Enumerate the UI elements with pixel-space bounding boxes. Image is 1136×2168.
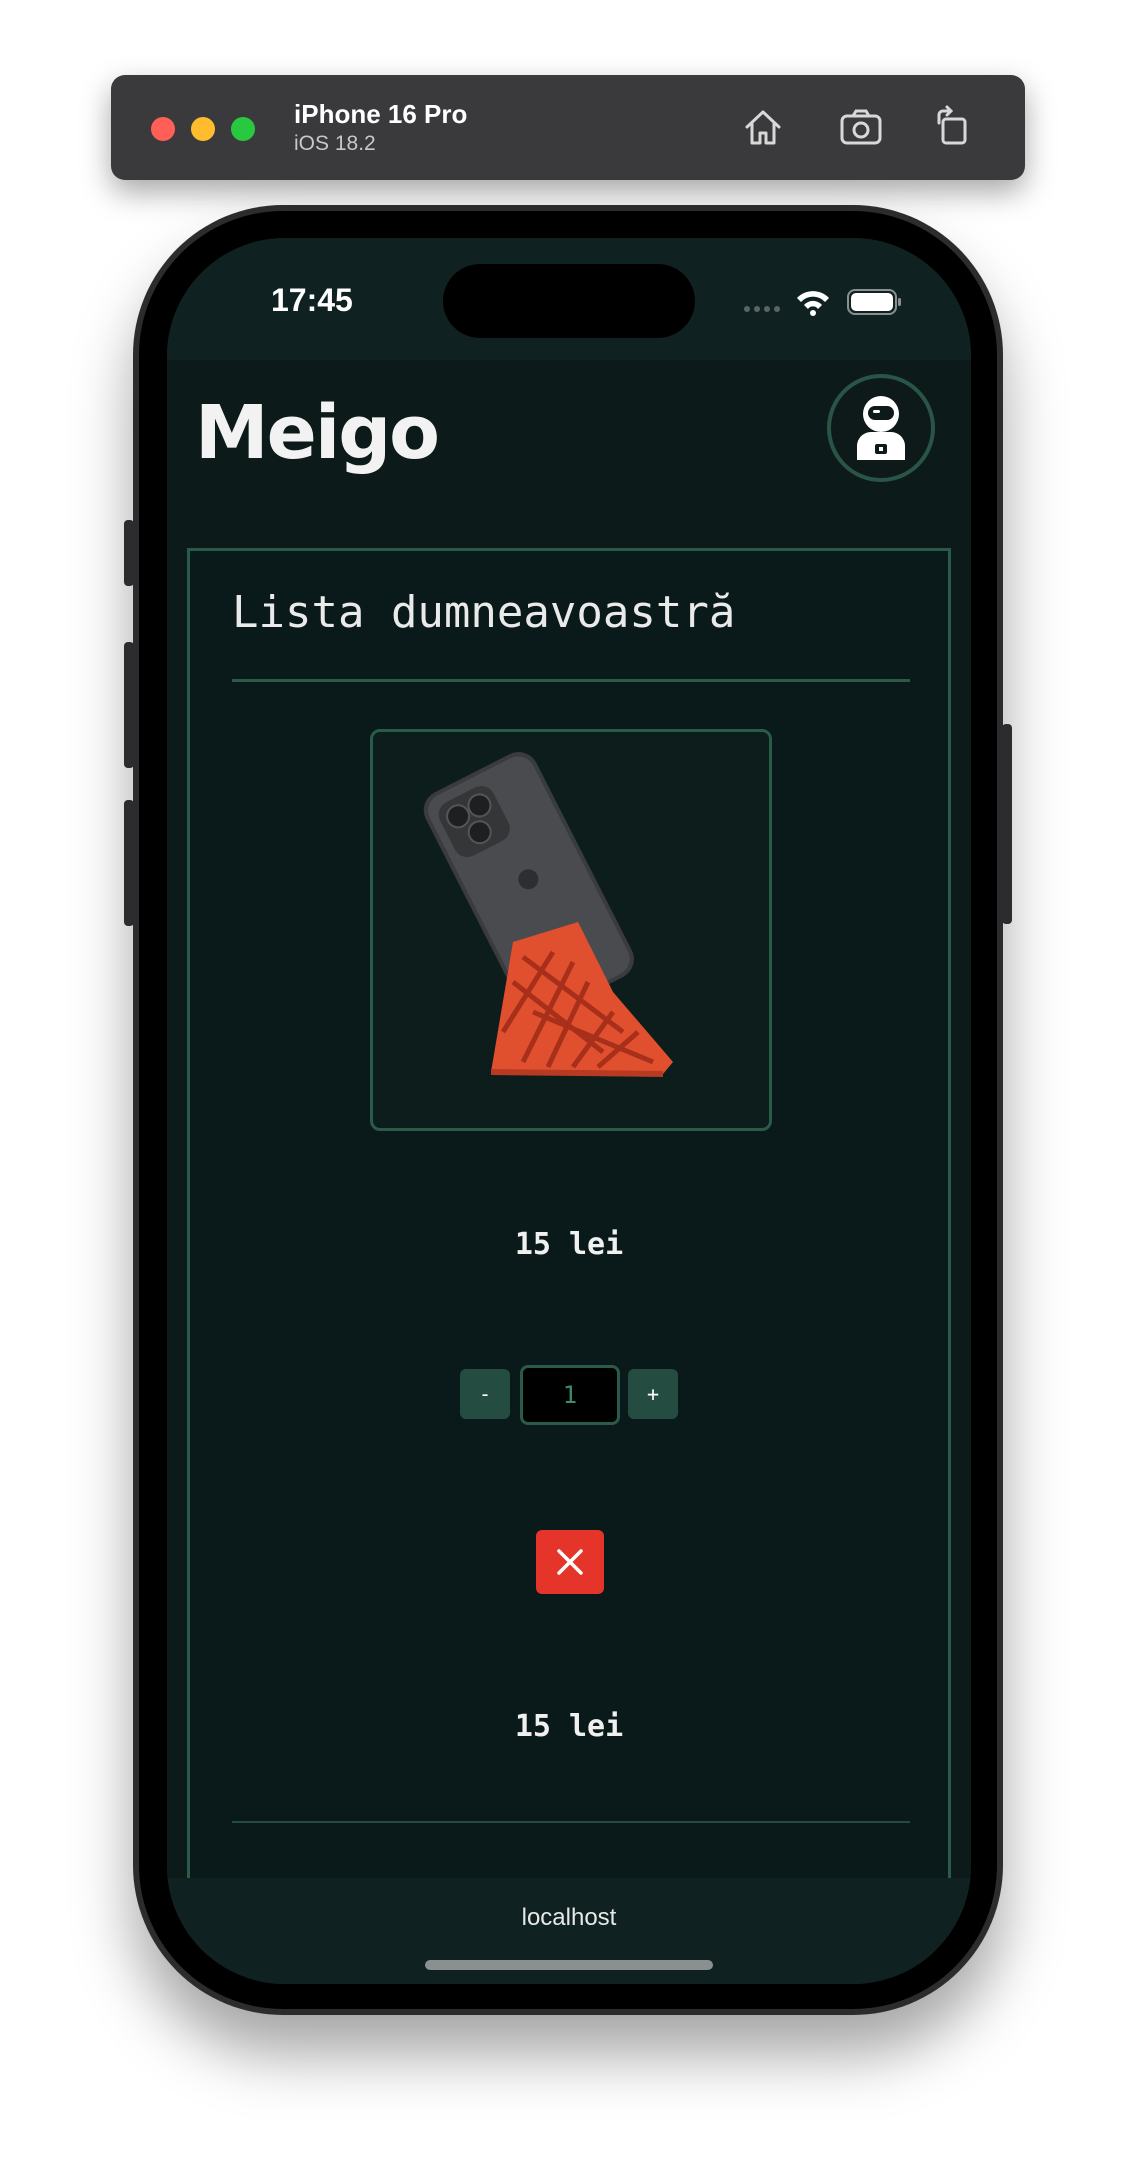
account-avatar-button[interactable] <box>827 374 935 482</box>
device-name: iPhone 16 Pro <box>294 99 468 129</box>
action-button <box>124 520 134 586</box>
signal-icon <box>744 306 780 312</box>
minimize-window-button[interactable] <box>191 117 215 141</box>
phone-screen: 17:45 Meigo Lista dumneavoastră 15 lei -… <box>167 238 971 1984</box>
remove-item-button[interactable] <box>536 1530 604 1594</box>
item-price: 15 lei <box>514 1227 624 1262</box>
simulator-toolbar: iPhone 16 Pro iOS 18.2 <box>111 75 1025 180</box>
wifi-icon <box>797 291 829 316</box>
cart-panel: Lista dumneavoastră 15 lei - 1 + 15 lei <box>187 548 951 1984</box>
screenshot-icon[interactable] <box>837 103 885 151</box>
quantity-decrease-button[interactable]: - <box>460 1369 510 1419</box>
close-window-button[interactable] <box>151 117 175 141</box>
meigo-logo[interactable]: Meigo <box>195 390 440 476</box>
quantity-increase-button[interactable]: + <box>628 1369 678 1419</box>
title-divider <box>232 679 910 682</box>
astronaut-icon <box>857 396 905 460</box>
status-time: 17:45 <box>271 282 353 318</box>
home-indicator[interactable] <box>425 1960 713 1970</box>
url-text[interactable]: localhost <box>167 1904 971 1932</box>
app-header: Meigo <box>167 360 971 529</box>
item-subtotal: 15 lei <box>514 1709 624 1744</box>
product-image-frame[interactable] <box>370 729 772 1131</box>
item-divider <box>232 1821 910 1823</box>
volume-up-button <box>124 642 134 768</box>
status-bar: 17:45 <box>167 238 971 360</box>
battery-icon <box>847 289 901 315</box>
quantity-input[interactable]: 1 <box>520 1365 620 1425</box>
phone-stand-product-image <box>423 752 673 1077</box>
cart-title: Lista dumneavoastră <box>232 587 736 638</box>
cart-content: Lista dumneavoastră 15 lei - 1 + 15 lei <box>167 528 971 1984</box>
zoom-window-button[interactable] <box>231 117 255 141</box>
power-button <box>1002 724 1012 924</box>
close-icon <box>557 1549 583 1575</box>
home-icon[interactable] <box>739 103 787 151</box>
volume-down-button <box>124 800 134 926</box>
os-version: iOS 18.2 <box>294 132 376 155</box>
dynamic-island <box>443 264 695 338</box>
rotate-icon[interactable] <box>929 103 977 151</box>
